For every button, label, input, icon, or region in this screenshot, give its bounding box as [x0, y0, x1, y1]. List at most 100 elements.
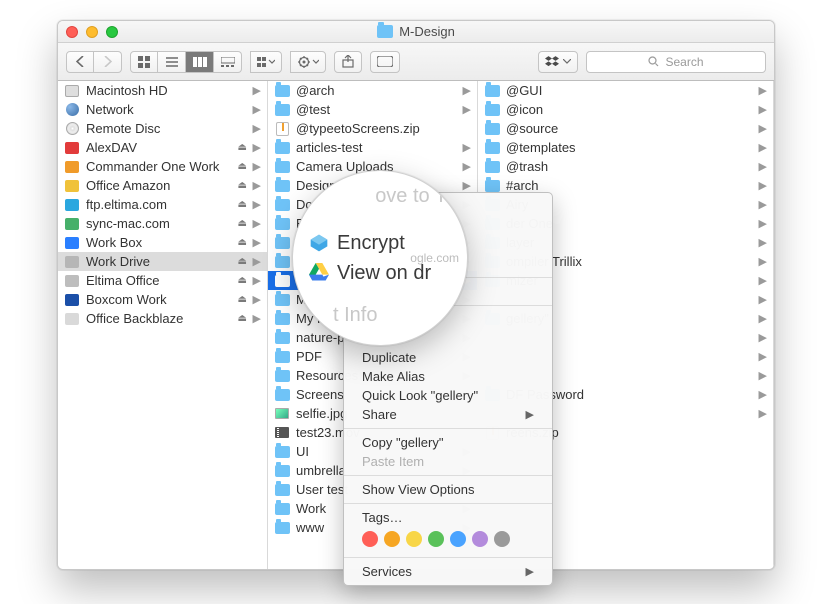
- chevron-right-icon: ▶: [759, 84, 767, 97]
- list-item[interactable]: @test ▶: [268, 100, 477, 119]
- list-item[interactable]: AlexDAV⏏▶: [58, 138, 267, 157]
- item-label: Screens: [296, 387, 344, 402]
- drive-icon: [64, 197, 80, 213]
- list-item[interactable]: @trash▶: [478, 157, 773, 176]
- item-label: Macintosh HD: [86, 83, 168, 98]
- tag-color[interactable]: [428, 531, 444, 547]
- list-item[interactable]: Remote Disc▶: [58, 119, 267, 138]
- encrypt-icon: [309, 233, 329, 253]
- eject-icon[interactable]: ⏏: [238, 199, 247, 210]
- chevron-right-icon: ▶: [253, 103, 261, 116]
- dropbox-button[interactable]: [538, 51, 578, 73]
- eject-icon[interactable]: ⏏: [238, 275, 247, 286]
- mov-icon: [274, 425, 290, 441]
- eject-icon[interactable]: ⏏: [238, 294, 247, 305]
- list-item[interactable]: Work Drive⏏▶: [58, 252, 267, 271]
- chevron-right-icon: ▶: [759, 293, 767, 306]
- list-item[interactable]: ftp.eltima.com⏏▶: [58, 195, 267, 214]
- eject-icon[interactable]: ⏏: [238, 142, 247, 153]
- list-item[interactable]: Office Amazon⏏▶: [58, 176, 267, 195]
- list-view-button[interactable]: [158, 51, 186, 73]
- list-item[interactable]: sync-mac.com⏏▶: [58, 214, 267, 233]
- share-button[interactable]: [334, 51, 362, 73]
- tag-color[interactable]: [472, 531, 488, 547]
- tag-color[interactable]: [450, 531, 466, 547]
- search-icon: [648, 56, 659, 67]
- list-item[interactable]: Boxcom Work ⏏ ▶: [58, 290, 267, 309]
- chevron-right-icon: ▶: [759, 274, 767, 287]
- chevron-right-icon: ▶: [463, 103, 471, 116]
- tag-color[interactable]: [384, 531, 400, 547]
- tag-color-row: [344, 527, 552, 553]
- folder-icon: [274, 349, 290, 365]
- item-label: @test: [296, 102, 330, 117]
- list-item[interactable]: @templates▶: [478, 138, 773, 157]
- list-item[interactable]: articles-test▶: [268, 138, 477, 157]
- item-label: @typeetoScreens.zip: [296, 121, 420, 136]
- tag-color[interactable]: [362, 531, 378, 547]
- arrange-button[interactable]: [250, 51, 282, 73]
- chevron-right-icon: ▶: [253, 84, 261, 97]
- menu-paste[interactable]: Paste Item: [344, 452, 552, 471]
- forward-button[interactable]: [94, 51, 122, 73]
- menu-tags[interactable]: Tags…: [344, 508, 552, 527]
- item-label: UI: [296, 444, 309, 459]
- item-label: Work: [296, 501, 326, 516]
- eject-icon[interactable]: ⏏: [238, 313, 247, 324]
- tag-color[interactable]: [406, 531, 422, 547]
- img-icon: [274, 406, 290, 422]
- title-folder-icon: [377, 25, 393, 38]
- eject-icon[interactable]: ⏏: [238, 161, 247, 172]
- item-label: @templates: [506, 140, 576, 155]
- menu-show-view-options[interactable]: Show View Options: [344, 480, 552, 499]
- column-view-button[interactable]: [186, 51, 214, 73]
- toolbar: Search: [58, 43, 774, 81]
- folder-icon: [484, 83, 500, 99]
- list-item[interactable]: Office Backblaze⏏▶: [58, 309, 267, 328]
- menu-make-alias[interactable]: Make Alias: [344, 367, 552, 386]
- folder-icon: [274, 178, 290, 194]
- menu-copy[interactable]: Copy "gellery": [344, 433, 552, 452]
- list-item[interactable]: Eltima Office⏏▶: [58, 271, 267, 290]
- search-input[interactable]: Search: [586, 51, 766, 73]
- tag-color[interactable]: [494, 531, 510, 547]
- menu-quick-look[interactable]: Quick Look "gellery": [344, 386, 552, 405]
- gallery-view-button[interactable]: [214, 51, 242, 73]
- submenu-arrow-icon: ▶: [526, 408, 534, 421]
- menu-share[interactable]: Share▶: [344, 405, 552, 424]
- action-button[interactable]: [290, 51, 326, 73]
- tags-button[interactable]: [370, 51, 400, 73]
- list-item[interactable]: Commander One Work⏏▶: [58, 157, 267, 176]
- eject-icon[interactable]: ⏏: [238, 237, 247, 248]
- drive-icon: [64, 140, 80, 156]
- icon-view-button[interactable]: [130, 51, 158, 73]
- chevron-right-icon: ▶: [759, 198, 767, 211]
- item-label: Office Amazon: [86, 178, 170, 193]
- eject-icon[interactable]: ⏏: [238, 180, 247, 191]
- chevron-right-icon: ▶: [253, 255, 261, 268]
- chevron-right-icon: ▶: [253, 312, 261, 325]
- list-item[interactable]: @GUI▶: [478, 81, 773, 100]
- menu-duplicate[interactable]: Duplicate: [344, 348, 552, 367]
- zip-icon: [274, 121, 290, 137]
- item-label: Boxcom Work: [86, 292, 167, 307]
- folder-icon: [274, 330, 290, 346]
- list-item[interactable]: @source▶: [478, 119, 773, 138]
- list-item[interactable]: Work Box⏏▶: [58, 233, 267, 252]
- chevron-right-icon: ▶: [759, 407, 767, 420]
- view-mode-group: [130, 51, 242, 73]
- eject-icon[interactable]: ⏏: [238, 256, 247, 267]
- eject-icon[interactable]: ⏏: [238, 218, 247, 229]
- dropbox-icon: [545, 56, 559, 68]
- back-button[interactable]: [66, 51, 94, 73]
- list-item[interactable]: @typeetoScreens.zip: [268, 119, 477, 138]
- list-item[interactable]: @icon▶: [478, 100, 773, 119]
- item-label: Commander One Work: [86, 159, 219, 174]
- list-item[interactable]: @arch▶: [268, 81, 477, 100]
- list-item[interactable]: Network▶: [58, 100, 267, 119]
- chevron-right-icon: ▶: [253, 293, 261, 306]
- list-item[interactable]: Macintosh HD ▶: [58, 81, 267, 100]
- folder-icon: [274, 102, 290, 118]
- menu-services[interactable]: Services▶: [344, 562, 552, 581]
- folder-icon: [274, 292, 290, 308]
